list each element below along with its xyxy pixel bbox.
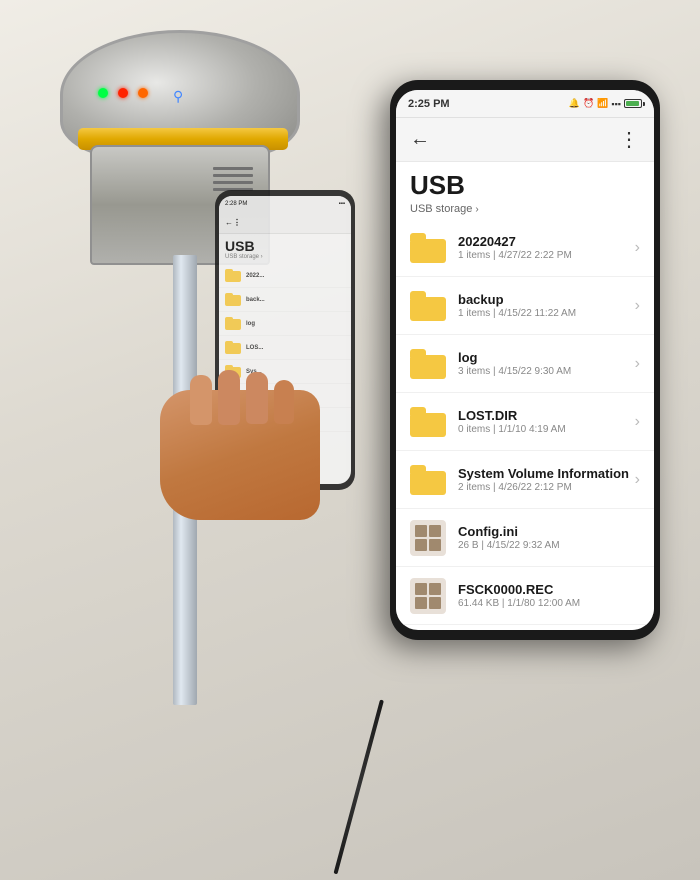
hand [140,350,340,550]
folder-icon [410,291,446,321]
notification-icon: 🔔 [569,98,580,109]
led-green [98,88,108,98]
chevron-icon: › [635,297,640,315]
wifi-icon: 📶 [597,98,608,109]
file-meta: 1 items | 4/27/22 2:22 PM [458,250,635,261]
folder-icon [410,407,446,437]
file-info: backup 1 items | 4/15/22 11:22 AM [458,292,635,319]
file-name: 20220427 [458,234,635,249]
chevron-icon: › [635,471,640,489]
folder-icon [410,349,446,379]
breadcrumb: USB storage › [410,203,640,215]
back-button[interactable]: ← [410,128,430,151]
list-item[interactable]: Config.ini 26 B | 4/15/22 9:32 AM [396,509,654,567]
status-time: 2:25 PM [408,98,450,110]
led-red [118,88,128,98]
file-meta: 2 items | 4/26/22 2:12 PM [458,482,635,493]
file-name: System Volume Information [458,466,635,481]
phone-screen: 2:25 PM 🔔 ⏰ 📶 ▪▪▪ ← ⋮ USB USB storage › [396,90,654,630]
file-name: FSCK0000.REC [458,582,640,597]
status-icons: 🔔 ⏰ 📶 ▪▪▪ [569,98,642,109]
file-name: LOST.DIR [458,408,635,423]
file-name: backup [458,292,635,307]
small-list-item[interactable]: 2022... [219,264,351,288]
small-page-title: USB [225,238,345,254]
small-time: 2:28 PM [225,201,247,207]
file-info: log 3 items | 4/15/22 9:30 AM [458,350,635,377]
file-name: log [458,350,635,365]
nav-bar: ← ⋮ [396,118,654,162]
file-meta: 1 items | 4/15/22 11:22 AM [458,308,635,319]
page-title: USB [410,170,640,201]
file-meta: 26 B | 4/15/22 9:32 AM [458,540,640,551]
bluetooth-icon: ⚲ [173,88,187,106]
alarm-icon: ⏰ [583,98,594,109]
file-info: 20220427 1 items | 4/27/22 2:22 PM [458,234,635,261]
indicators [98,88,148,98]
file-info: Config.ini 26 B | 4/15/22 9:32 AM [458,524,640,551]
file-meta: 61.44 KB | 1/1/80 12:00 AM [458,598,640,609]
led-power [138,88,148,98]
list-item[interactable]: backup 1 items | 4/15/22 11:22 AM › [396,277,654,335]
breadcrumb-text: USB storage [410,203,472,215]
file-icon [410,520,446,556]
list-item[interactable]: LOST.DIR 0 items | 1/1/10 4:19 AM › [396,393,654,451]
file-icon [410,578,446,614]
small-list-item[interactable]: log [219,312,351,336]
list-item[interactable]: FSCK0000.REC 61.44 KB | 1/1/80 12:00 AM [396,567,654,625]
list-item[interactable]: 20220427 1 items | 4/27/22 2:22 PM › [396,219,654,277]
list-item[interactable]: System Volume Information 2 items | 4/26… [396,451,654,509]
more-button[interactable]: ⋮ [619,127,640,152]
chevron-icon: › [635,239,640,257]
folder-icon [410,233,446,263]
page-title-area: USB USB storage › [396,162,654,219]
file-meta: 0 items | 1/1/10 4:19 AM [458,424,635,435]
status-bar: 2:25 PM 🔔 ⏰ 📶 ▪▪▪ [396,90,654,118]
file-list: 20220427 1 items | 4/27/22 2:22 PM › bac… [396,219,654,625]
small-list-item[interactable]: back... [219,288,351,312]
list-item[interactable]: log 3 items | 4/15/22 9:30 AM › [396,335,654,393]
file-info: System Volume Information 2 items | 4/26… [458,466,635,493]
folder-icon [410,465,446,495]
breadcrumb-arrow: › [475,204,478,215]
file-name: Config.ini [458,524,640,539]
small-breadcrumb: USB storage › [225,254,345,260]
battery-icon [624,99,642,108]
file-info: LOST.DIR 0 items | 1/1/10 4:19 AM [458,408,635,435]
small-nav: ← ⋮ [219,212,351,234]
main-phone: 2:25 PM 🔔 ⏰ 📶 ▪▪▪ ← ⋮ USB USB storage › [390,80,660,640]
chevron-icon: › [635,413,640,431]
file-meta: 3 items | 4/15/22 9:30 AM [458,366,635,377]
signal-icon: ▪▪▪ [611,99,621,109]
file-info: FSCK0000.REC 61.44 KB | 1/1/80 12:00 AM [458,582,640,609]
chevron-icon: › [635,355,640,373]
antenna-dome: ⚲ [60,30,300,160]
